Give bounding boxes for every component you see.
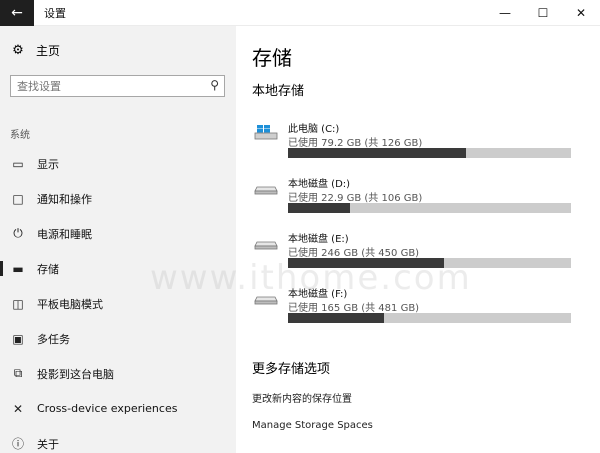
usage-bar [288,313,571,323]
sidebar-item-tablet[interactable]: ◫ 平板电脑模式 [0,286,236,321]
drive-icon [254,296,278,305]
project-icon: ⧉ [13,366,23,380]
gear-icon: ⚙ [12,43,24,58]
main-content: 存储 本地存储 此电脑 (C:) 已使用 79.2 GB (共 126 GB) … [236,26,600,453]
minimize-button[interactable]: — [486,0,524,26]
storage-icon: ▬ [12,261,24,276]
drive-icon [254,241,278,250]
usage-bar-fill [288,203,351,213]
search-box: ⚲ [10,75,225,97]
sidebar-item-label: 多任务 [37,332,70,346]
tablet-icon: ◫ [12,296,24,311]
sidebar-item-about[interactable]: ⓘ 关于 [0,426,236,453]
drive-usage: 已使用 246 GB (共 450 GB) [288,248,420,259]
title-bar: ← 设置 — ☐ ✕ [0,0,600,26]
drive-name: 本地磁盘 (D:) [288,179,351,190]
page-title: 存储 [252,46,292,70]
info-icon: ⓘ [11,437,24,451]
sidebar-item-cross-device[interactable]: ✕ Cross-device experiences [0,391,236,426]
home-label: 主页 [36,44,61,58]
sidebar-item-label: 平板电脑模式 [37,297,103,311]
nav-list: ▭ 显示 □ 通知和操作 ⏻ 电源和睡眠 ▬ 存储 ◫ 平板电脑模式 ▣ 多任务… [0,146,236,453]
cross-device-icon: ✕ [12,401,24,416]
sidebar: ⚙ 主页 ⚲ 系统 ▭ 显示 □ 通知和操作 ⏻ 电源和睡眠 ▬ 存储 ◫ 平板… [0,26,236,453]
close-button[interactable]: ✕ [562,0,600,26]
sidebar-item-label: 关于 [37,437,59,451]
search-icon[interactable]: ⚲ [210,78,219,92]
search-input[interactable] [17,79,197,93]
minimize-icon: — [499,6,511,20]
drive-d[interactable]: 本地磁盘 (D:) 已使用 22.9 GB (共 106 GB) [252,175,582,230]
home-link[interactable]: ⚙ 主页 [10,42,60,59]
sidebar-item-label: Cross-device experiences [37,402,178,415]
sidebar-item-label: 投影到这台电脑 [37,367,114,381]
drive-name: 此电脑 (C:) [288,124,340,135]
drive-usage: 已使用 22.9 GB (共 106 GB) [288,193,423,204]
usage-bar [288,258,571,268]
windows-drive-icon [254,125,278,140]
usage-bar-fill [288,258,444,268]
window-controls: — ☐ ✕ [486,0,600,26]
sidebar-item-power[interactable]: ⏻ 电源和睡眠 [0,216,236,251]
change-save-location-link[interactable]: 更改新内容的保存位置 [252,390,352,405]
maximize-icon: ☐ [537,6,549,20]
sidebar-item-label: 显示 [37,157,59,171]
local-storage-title: 本地存储 [252,84,305,99]
arrow-left-icon: ← [11,4,23,21]
more-storage-options-title: 更多存储选项 [252,362,331,377]
sidebar-item-label: 电源和睡眠 [37,227,92,241]
drive-list: 此电脑 (C:) 已使用 79.2 GB (共 126 GB) 本地磁盘 (D:… [252,120,582,340]
notification-icon: □ [12,191,24,206]
sidebar-item-display[interactable]: ▭ 显示 [0,146,236,181]
drive-c[interactable]: 此电脑 (C:) 已使用 79.2 GB (共 126 GB) [252,120,582,175]
drive-usage: 已使用 79.2 GB (共 126 GB) [288,138,423,149]
maximize-button[interactable]: ☐ [524,0,562,26]
drive-name: 本地磁盘 (F:) [288,289,348,300]
sidebar-item-storage[interactable]: ▬ 存储 [0,251,236,286]
close-icon: ✕ [575,6,587,20]
sidebar-item-notifications[interactable]: □ 通知和操作 [0,181,236,216]
drive-e[interactable]: 本地磁盘 (E:) 已使用 246 GB (共 450 GB) [252,230,582,285]
usage-bar [288,203,571,213]
monitor-icon: ▭ [12,156,24,171]
back-button[interactable]: ← [0,0,34,26]
drive-usage: 已使用 165 GB (共 481 GB) [288,303,420,314]
section-label: 系统 [10,130,30,141]
drive-name: 本地磁盘 (E:) [288,234,349,245]
usage-bar-fill [288,148,467,158]
usage-bar-fill [288,313,385,323]
usage-bar [288,148,571,158]
power-icon: ⏻ [13,226,23,240]
drive-icon [254,186,278,195]
sidebar-item-multitask[interactable]: ▣ 多任务 [0,321,236,356]
sidebar-item-label: 存储 [37,262,59,276]
window-title: 设置 [44,6,66,20]
sidebar-item-project[interactable]: ⧉ 投影到这台电脑 [0,356,236,391]
sidebar-item-label: 通知和操作 [37,192,92,206]
manage-storage-spaces-link[interactable]: Manage Storage Spaces [252,420,373,431]
drive-f[interactable]: 本地磁盘 (F:) 已使用 165 GB (共 481 GB) [252,285,582,340]
multitask-icon: ▣ [12,331,24,346]
